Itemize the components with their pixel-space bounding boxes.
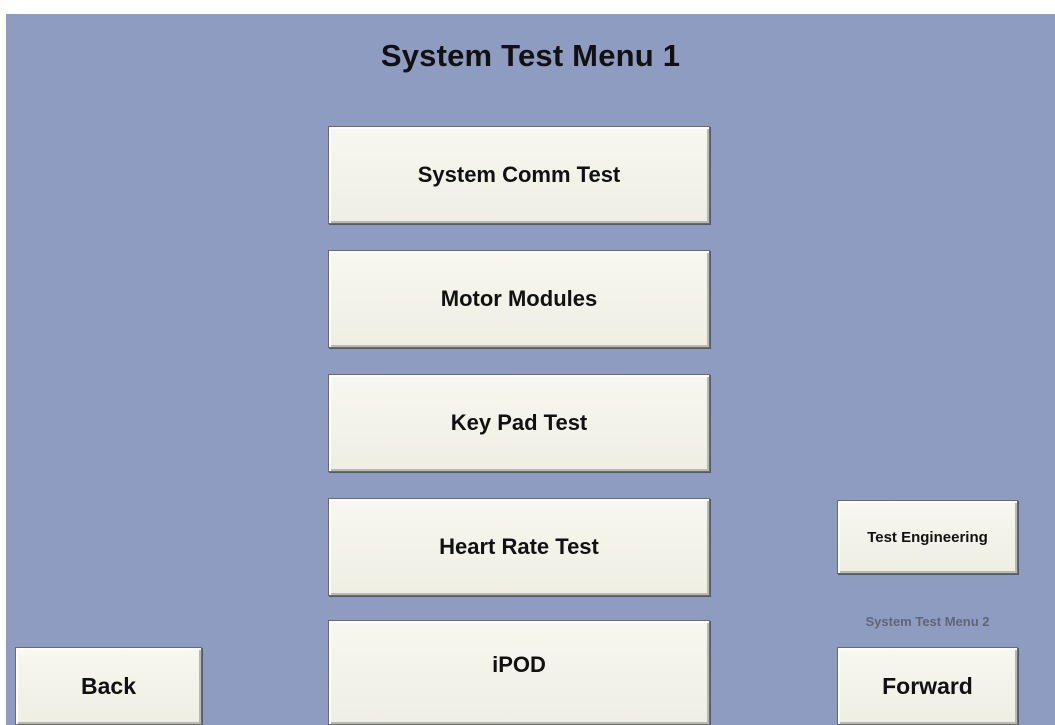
system-comm-test-button[interactable]: System Comm Test bbox=[328, 126, 710, 224]
ipod-button[interactable]: iPOD bbox=[328, 620, 710, 725]
motor-modules-button[interactable]: Motor Modules bbox=[328, 250, 710, 348]
key-pad-test-button[interactable]: Key Pad Test bbox=[328, 374, 710, 472]
page-title: System Test Menu 1 bbox=[380, 38, 681, 73]
next-menu-label: System Test Menu 2 bbox=[865, 614, 990, 629]
heart-rate-test-button[interactable]: Heart Rate Test bbox=[328, 498, 710, 596]
forward-button[interactable]: Forward bbox=[837, 647, 1018, 725]
back-button[interactable]: Back bbox=[15, 647, 202, 725]
system-test-screen: System Test Menu 1 System Comm Test Moto… bbox=[6, 14, 1055, 725]
test-engineering-button[interactable]: Test Engineering bbox=[837, 500, 1018, 574]
